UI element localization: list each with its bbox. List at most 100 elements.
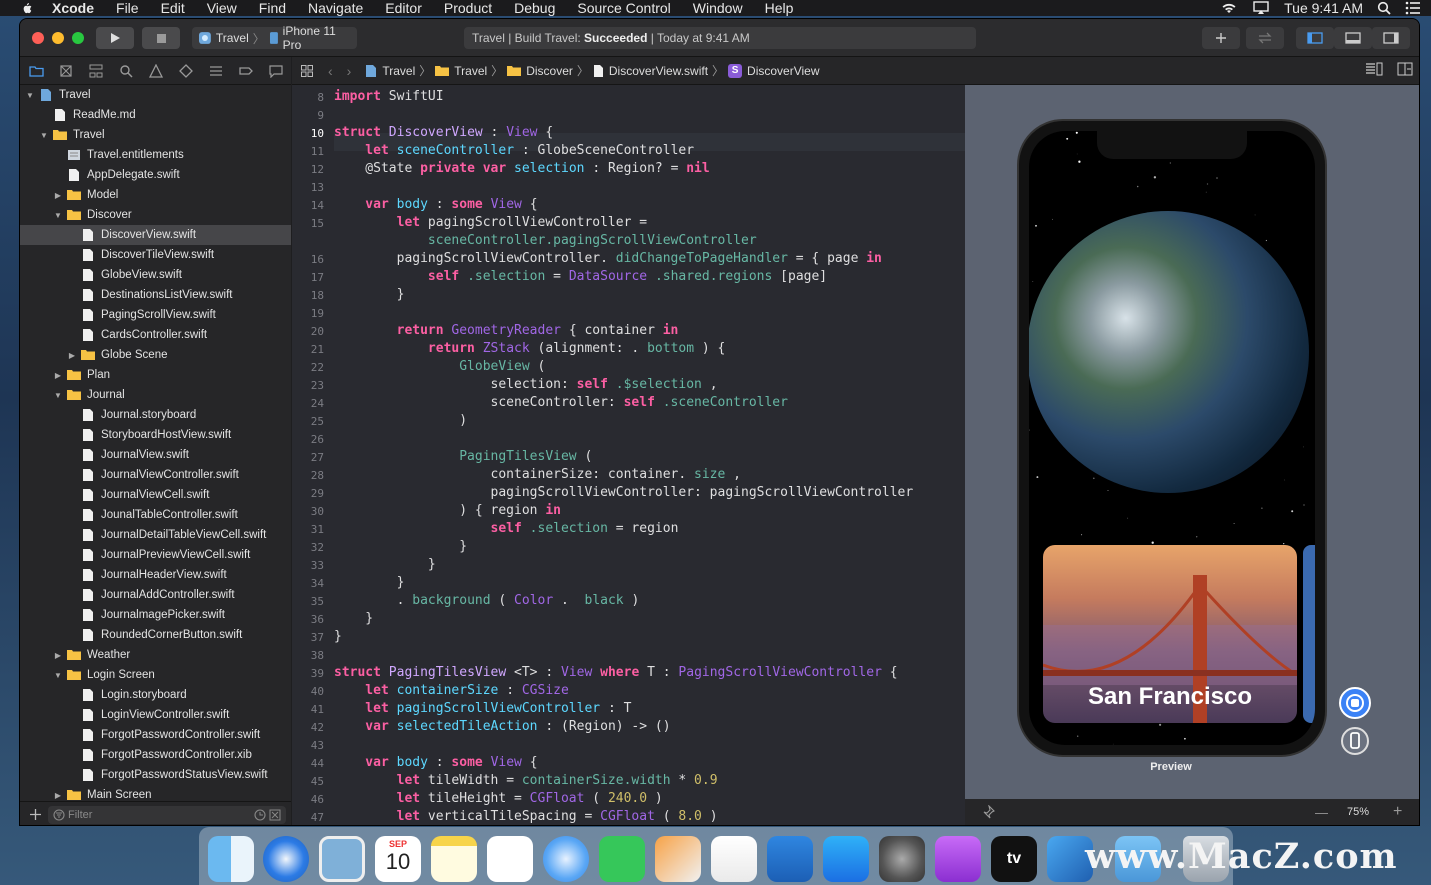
jump-crumb-group[interactable]: Travel (454, 64, 487, 78)
notes-icon[interactable] (431, 836, 477, 882)
zoom-level[interactable]: 75% (1347, 806, 1369, 818)
navigator-row[interactable]: JournalDetailTableViewCell.swift (20, 525, 291, 545)
navigator-row[interactable]: DiscoverTileView.swift (20, 245, 291, 265)
forward-button[interactable]: › (347, 63, 352, 79)
navigator-row[interactable]: ForgotPasswordController.xib (20, 745, 291, 765)
navigator-row[interactable]: JournalmagePicker.swift (20, 605, 291, 625)
menu-find[interactable]: Find (259, 0, 286, 16)
project-navigator-tab[interactable] (26, 61, 46, 81)
menu-product[interactable]: Product (444, 0, 492, 16)
apple-tv-icon[interactable]: tv (991, 836, 1037, 882)
stop-button[interactable] (142, 27, 180, 49)
navigator-row[interactable]: ▶ Plan (20, 365, 291, 385)
calendar-icon[interactable]: SEP 10 (375, 836, 421, 882)
navigator-row[interactable]: DiscoverView.swift (20, 225, 291, 245)
add-editor-button[interactable] (1397, 62, 1413, 79)
disclosure-closed-icon[interactable]: ▶ (52, 189, 64, 201)
minimize-window-button[interactable] (52, 32, 64, 44)
zoom-out-button[interactable]: — (1315, 805, 1328, 820)
menu-clock[interactable]: Tue 9:41 AM (1284, 0, 1363, 16)
code-line[interactable]: let sceneController : GlobeSceneControll… (334, 143, 694, 158)
code-line[interactable]: var selectedTileAction : (Region) -> () (334, 719, 670, 734)
run-button[interactable] (96, 27, 134, 49)
system-preferences-icon[interactable] (879, 836, 925, 882)
navigator-row[interactable]: ForgotPasswordStatusView.swift (20, 765, 291, 785)
menu-navigate[interactable]: Navigate (308, 0, 363, 16)
menu-window[interactable]: Window (693, 0, 743, 16)
code-line[interactable]: . background ( Color . black ) (334, 593, 640, 608)
close-window-button[interactable] (32, 32, 44, 44)
notification-center-icon[interactable] (1405, 1, 1421, 15)
test-navigator-tab[interactable] (176, 61, 196, 81)
navigator-row[interactable]: ▼ Journal (20, 385, 291, 405)
menu-help[interactable]: Help (765, 0, 794, 16)
disclosure-closed-icon[interactable]: ▶ (66, 349, 78, 361)
disclosure-open-icon[interactable]: ▼ (52, 389, 64, 401)
finder-icon[interactable] (208, 836, 254, 882)
toggle-debug-area-button[interactable] (1334, 27, 1372, 49)
disclosure-closed-icon[interactable]: ▶ (52, 789, 64, 801)
code-line[interactable]: let tileHeight = CGFloat ( 240.0 ) (334, 791, 663, 806)
code-line[interactable]: import SwiftUI (334, 89, 444, 104)
navigator-row[interactable]: JournalHeaderView.swift (20, 565, 291, 585)
editor-options-button[interactable] (1365, 62, 1383, 79)
menu-app-name[interactable]: Xcode (52, 0, 94, 16)
preview-screen[interactable]: San Francisco (1029, 131, 1315, 745)
code-line[interactable]: selection: self .$selection , (334, 377, 718, 392)
related-items-button[interactable] (298, 62, 316, 80)
preview-on-device-button[interactable] (1341, 727, 1369, 755)
code-line[interactable]: return GeometryReader { container in (334, 323, 679, 338)
scheme-selector[interactable]: Travel 〉 iPhone 11 Pro (192, 24, 357, 52)
recent-files-icon[interactable] (254, 809, 266, 821)
jump-crumb-project[interactable]: Travel (382, 64, 415, 78)
code-review-button[interactable] (1246, 27, 1284, 49)
code-line[interactable]: pagingScrollViewController: pagingScroll… (334, 485, 914, 500)
navigator-row[interactable]: JournalViewCell.swift (20, 485, 291, 505)
spotlight-search-icon[interactable] (1377, 1, 1391, 15)
navigator-row[interactable]: ▼ Discover (20, 205, 291, 225)
code-line[interactable]: let pagingScrollViewController = (334, 215, 647, 230)
navigator-row[interactable]: ▶ Model (20, 185, 291, 205)
navigator-row[interactable]: Login.storyboard (20, 685, 291, 705)
navigator-row[interactable]: ▼ Login Screen (20, 665, 291, 685)
navigator-row[interactable]: ReadMe.md (20, 105, 291, 125)
navigator-row[interactable]: JournalAddController.swift (20, 585, 291, 605)
navigator-row[interactable]: ▼ Travel (20, 125, 291, 145)
code-line[interactable]: let pagingScrollViewController : T (334, 701, 631, 716)
live-preview-button[interactable] (1339, 687, 1371, 719)
code-line[interactable]: } (334, 629, 342, 644)
pin-preview-button[interactable] (981, 804, 995, 822)
navigator-row[interactable]: Travel.entitlements (20, 145, 291, 165)
add-file-button[interactable] (26, 805, 44, 823)
code-line[interactable]: let verticalTileSpacing = CGFloat ( 8.0 … (334, 809, 718, 824)
code-line[interactable]: ) { region in (334, 503, 561, 518)
code-line[interactable]: } (334, 539, 467, 554)
navigator-row[interactable]: LoginViewController.swift (20, 705, 291, 725)
library-button[interactable] (1202, 27, 1240, 49)
menu-debug[interactable]: Debug (514, 0, 555, 16)
navigator-row[interactable]: ▶ Main Screen (20, 785, 291, 801)
code-line[interactable]: ) (334, 413, 467, 428)
facetime-icon[interactable] (599, 836, 645, 882)
safari-icon[interactable] (263, 836, 309, 882)
navigator-row[interactable]: ▶ Weather (20, 645, 291, 665)
code-line[interactable]: var body : some View { (334, 755, 537, 770)
pages-icon[interactable] (655, 836, 701, 882)
code-line[interactable]: let tileWidth = containerSize.width * 0.… (334, 773, 718, 788)
code-line[interactable]: self .selection = region (334, 521, 679, 536)
debug-navigator-tab[interactable] (206, 61, 226, 81)
source-editor[interactable]: 8 import SwiftUI 9 10 struct DiscoverView : … (292, 85, 965, 825)
code-line[interactable]: } (334, 557, 436, 572)
podcasts-icon[interactable] (935, 836, 981, 882)
destination-card[interactable]: San Francisco (1043, 545, 1297, 723)
disclosure-closed-icon[interactable]: ▶ (52, 369, 64, 381)
code-line[interactable]: let containerSize : CGSize (334, 683, 569, 698)
issue-navigator-tab[interactable] (146, 61, 166, 81)
navigator-row[interactable]: JournalViewController.swift (20, 465, 291, 485)
messages-icon[interactable] (543, 836, 589, 882)
code-line[interactable]: } (334, 287, 405, 302)
symbol-navigator-tab[interactable] (86, 61, 106, 81)
apple-menu-icon[interactable] (18, 0, 34, 16)
navigator-row[interactable]: StoryboardHostView.swift (20, 425, 291, 445)
code-line[interactable]: GlobeView ( (334, 359, 545, 374)
